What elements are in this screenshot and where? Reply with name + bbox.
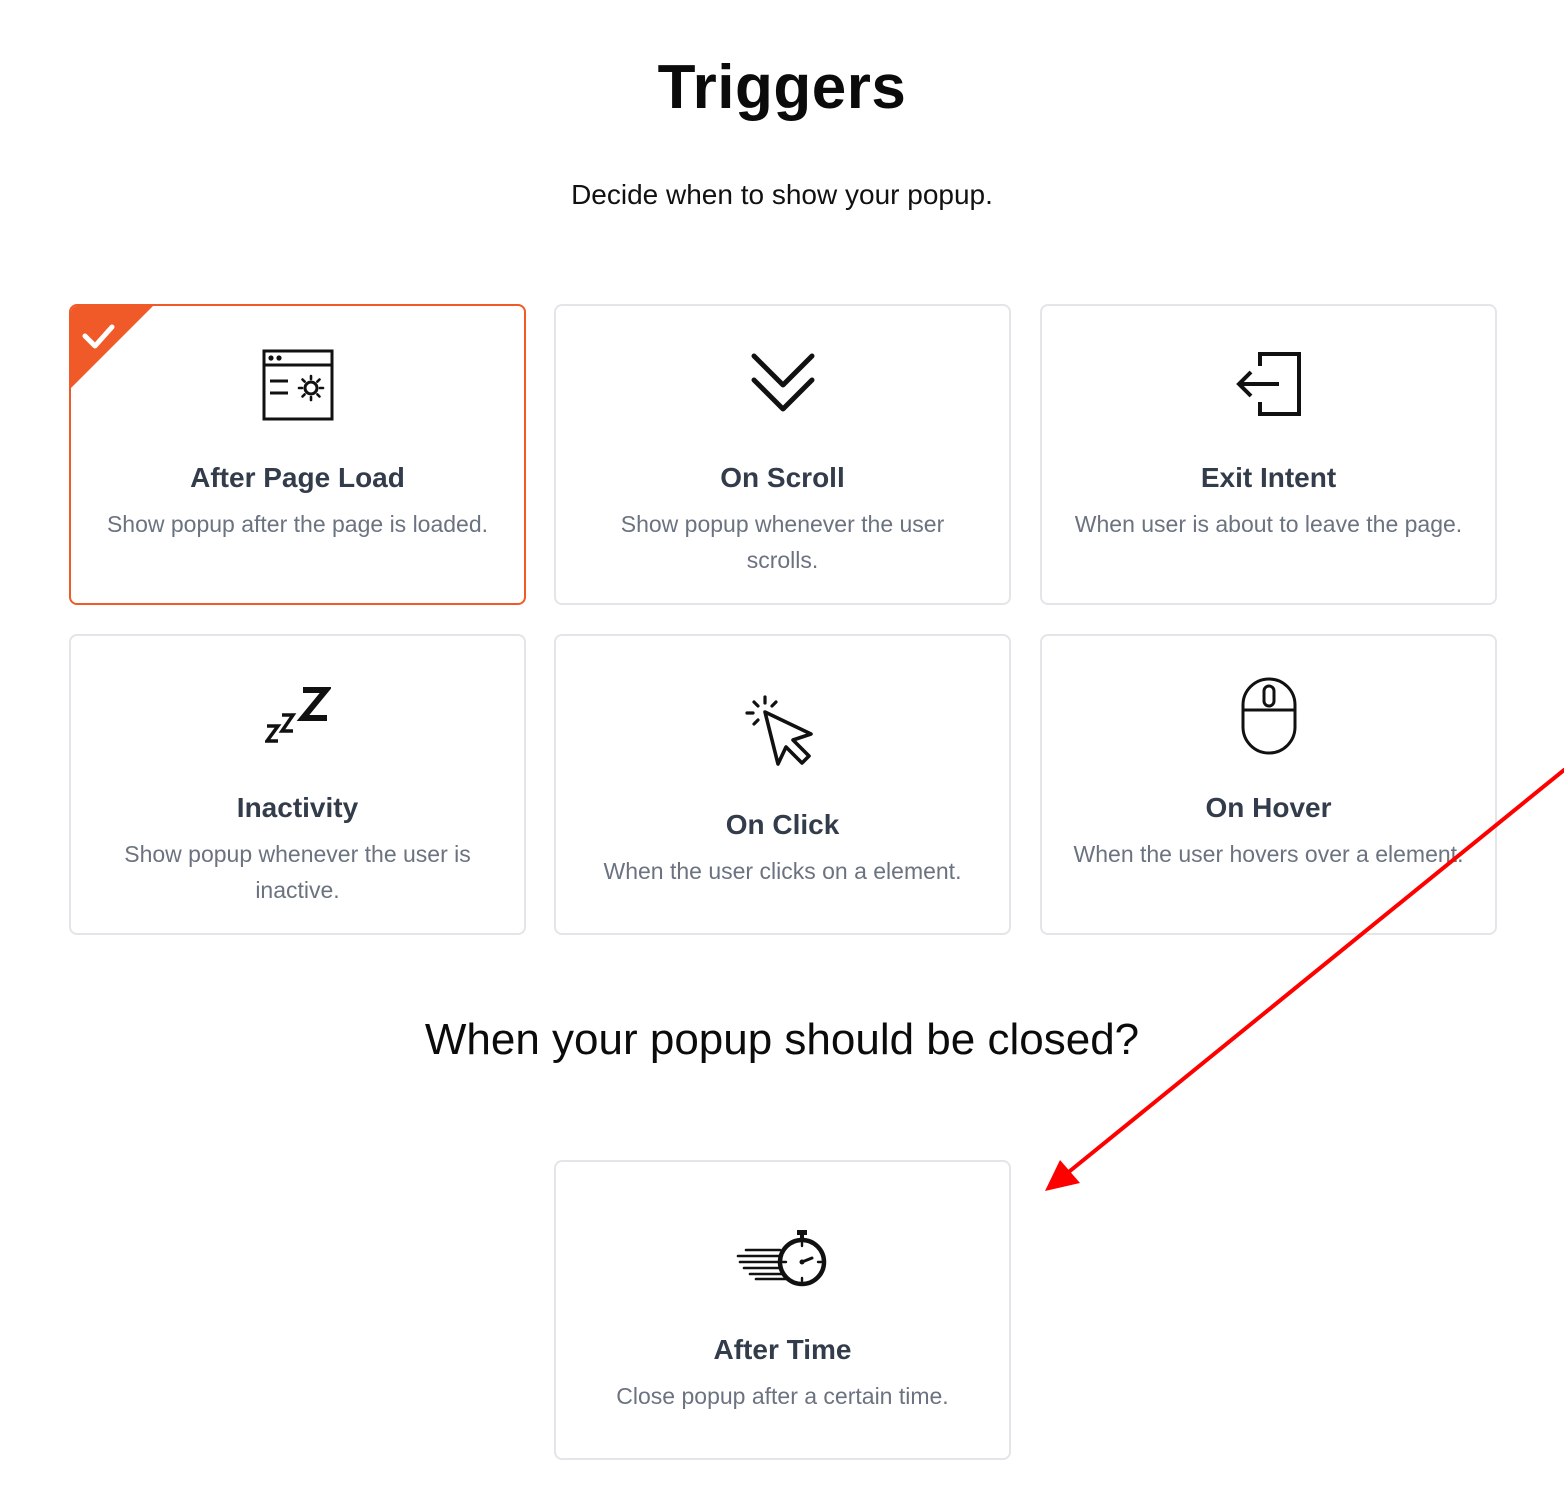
trigger-description: When the user hovers over a element.: [1073, 841, 1464, 867]
page-subtitle: Decide when to show your popup.: [571, 179, 993, 210]
exit-arrow-icon: [1235, 352, 1301, 416]
trigger-title: On Click: [725, 809, 840, 840]
trigger-card-on-scroll[interactable]: On Scroll Show popup whenever the user s…: [554, 304, 1011, 605]
trigger-title: After Page Load: [190, 462, 405, 493]
trigger-title: Exit Intent: [1200, 462, 1337, 493]
trigger-description: When user is about to leave the page.: [1074, 511, 1463, 537]
trigger-description: Show popup whenever the user is inactive…: [124, 841, 471, 903]
double-chevron-down-icon: [751, 353, 814, 412]
trigger-card-on-hover[interactable]: On Hover When the user hovers over a ele…: [1040, 634, 1497, 935]
page-title: Triggers: [657, 53, 907, 122]
selected-check-icon: [71, 306, 153, 388]
browser-settings-icon: [262, 349, 333, 421]
sleep-zzz-icon: [264, 687, 331, 743]
trigger-title: On Scroll: [720, 462, 845, 493]
trigger-description: Show popup whenever the user scrolls.: [620, 511, 945, 573]
trigger-description: When the user clicks on a element.: [603, 858, 962, 884]
stopwatch-icon: [736, 1230, 826, 1287]
trigger-card-after-page-load[interactable]: After Page Load Show popup after the pag…: [69, 304, 526, 605]
close-section-heading: When your popup should be closed?: [424, 1015, 1140, 1064]
trigger-card-inactivity[interactable]: Inactivity Show popup whenever the user …: [69, 634, 526, 935]
trigger-title: On Hover: [1205, 792, 1332, 823]
close-option-description: Close popup after a certain time.: [616, 1383, 949, 1409]
trigger-description: Show popup after the page is loaded.: [106, 511, 489, 537]
trigger-card-exit-intent[interactable]: Exit Intent When user is about to leave …: [1040, 304, 1497, 605]
mouse-icon: [1241, 677, 1296, 755]
close-option-title: After Time: [713, 1334, 852, 1365]
trigger-title: Inactivity: [236, 792, 359, 823]
cursor-click-icon: [744, 695, 813, 766]
trigger-card-on-click[interactable]: On Click When the user clicks on a eleme…: [554, 634, 1011, 935]
close-option-card-after-time[interactable]: After Time Close popup after a certain t…: [554, 1160, 1011, 1460]
